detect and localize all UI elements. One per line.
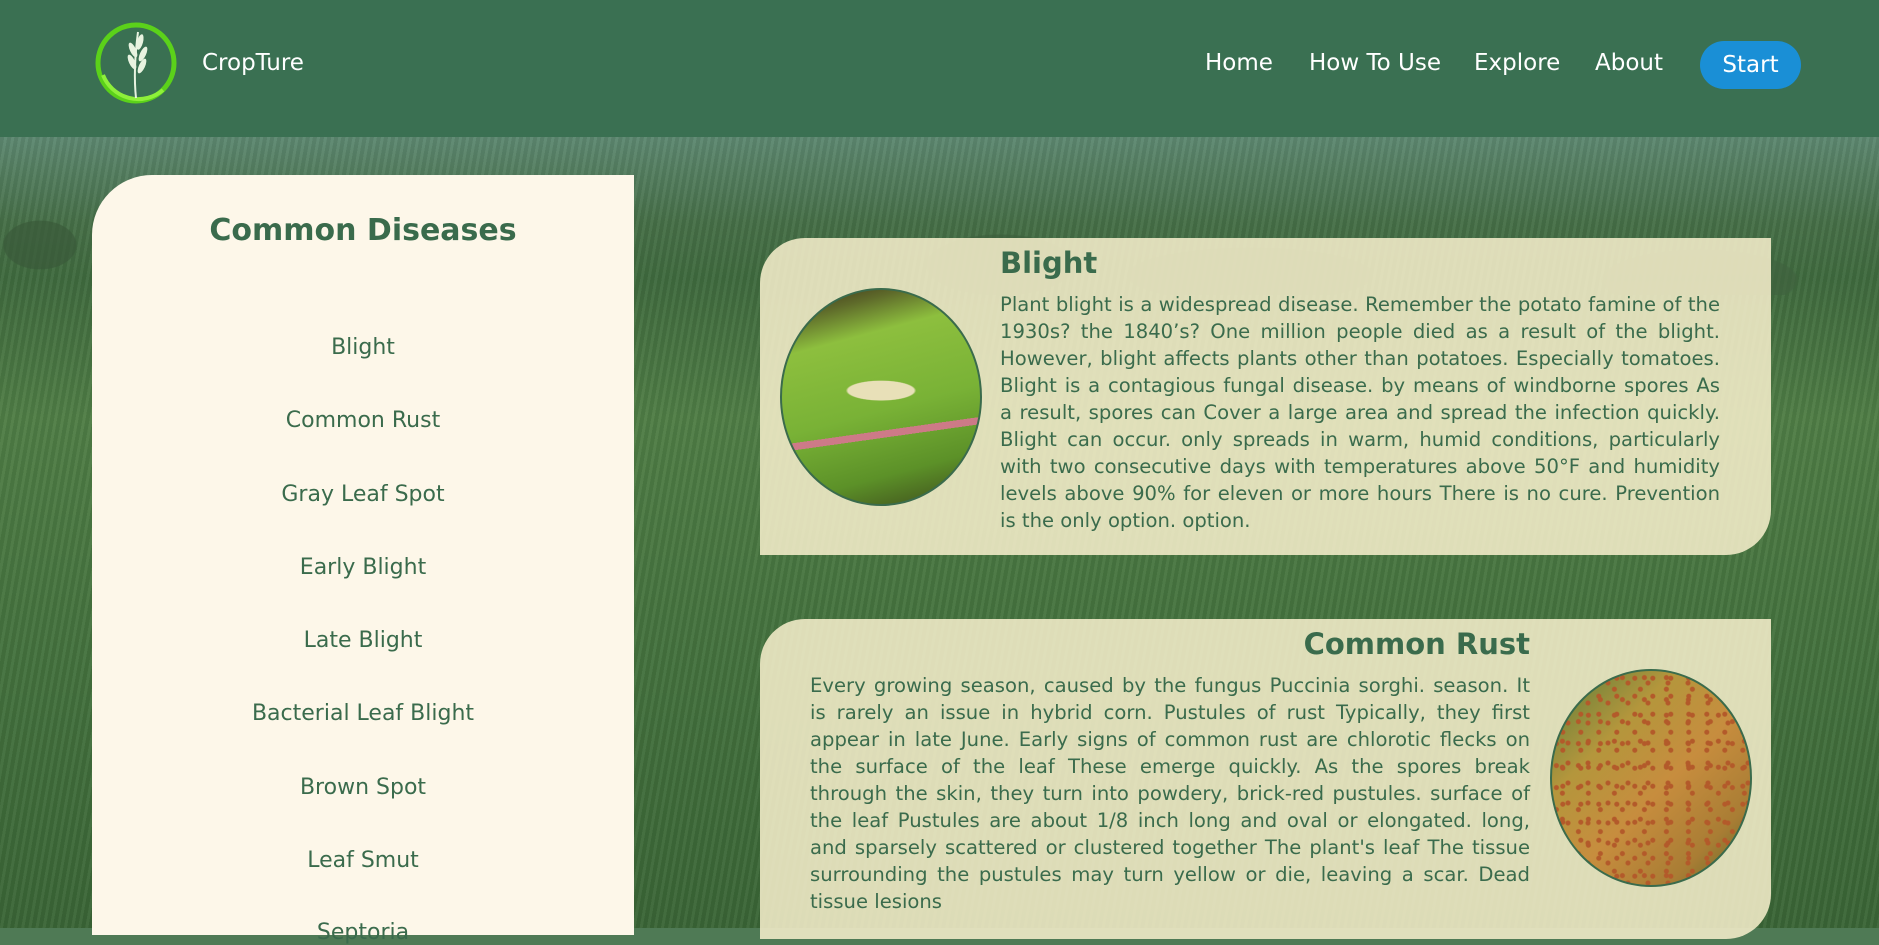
sidebar-item-leaf-smut[interactable]: Leaf Smut xyxy=(92,848,634,873)
sidebar-item-common-rust[interactable]: Common Rust xyxy=(92,408,634,433)
common-rust-leaf-image xyxy=(1550,669,1752,887)
nav-how-to-use[interactable]: How To Use xyxy=(1309,50,1441,76)
sidebar-item-septoria[interactable]: Septoria xyxy=(92,920,634,945)
sidebar-title: Common Diseases xyxy=(209,213,517,248)
nav-about[interactable]: About xyxy=(1595,50,1663,76)
card-title-blight: Blight xyxy=(1000,246,1098,280)
sidebar-item-blight[interactable]: Blight xyxy=(92,335,634,360)
sidebar-item-brown-spot[interactable]: Brown Spot xyxy=(92,775,634,800)
nav-explore[interactable]: Explore xyxy=(1474,50,1560,76)
blight-leaf-image xyxy=(780,288,982,506)
start-button[interactable]: Start xyxy=(1700,41,1801,89)
sidebar-item-bacterial-leaf-blight[interactable]: Bacterial Leaf Blight xyxy=(92,701,634,726)
sidebar-item-gray-leaf-spot[interactable]: Gray Leaf Spot xyxy=(92,482,634,507)
card-text-common-rust: Every growing season, caused by the fung… xyxy=(810,674,1530,913)
sidebar-item-late-blight[interactable]: Late Blight xyxy=(92,628,634,653)
card-text-blight: Plant blight is a widespread disease. Re… xyxy=(1000,293,1720,532)
brand-name[interactable]: CropTure xyxy=(202,50,304,76)
wheat-logo-icon[interactable] xyxy=(93,20,179,106)
diseases-sidebar: Common Diseases Blight Common Rust Gray … xyxy=(92,175,634,945)
sidebar-item-early-blight[interactable]: Early Blight xyxy=(92,555,634,580)
card-title-common-rust: Common Rust xyxy=(1303,627,1530,661)
top-navbar: CropTure Home How To Use Explore About S… xyxy=(0,0,1879,137)
nav-home[interactable]: Home xyxy=(1205,50,1273,76)
